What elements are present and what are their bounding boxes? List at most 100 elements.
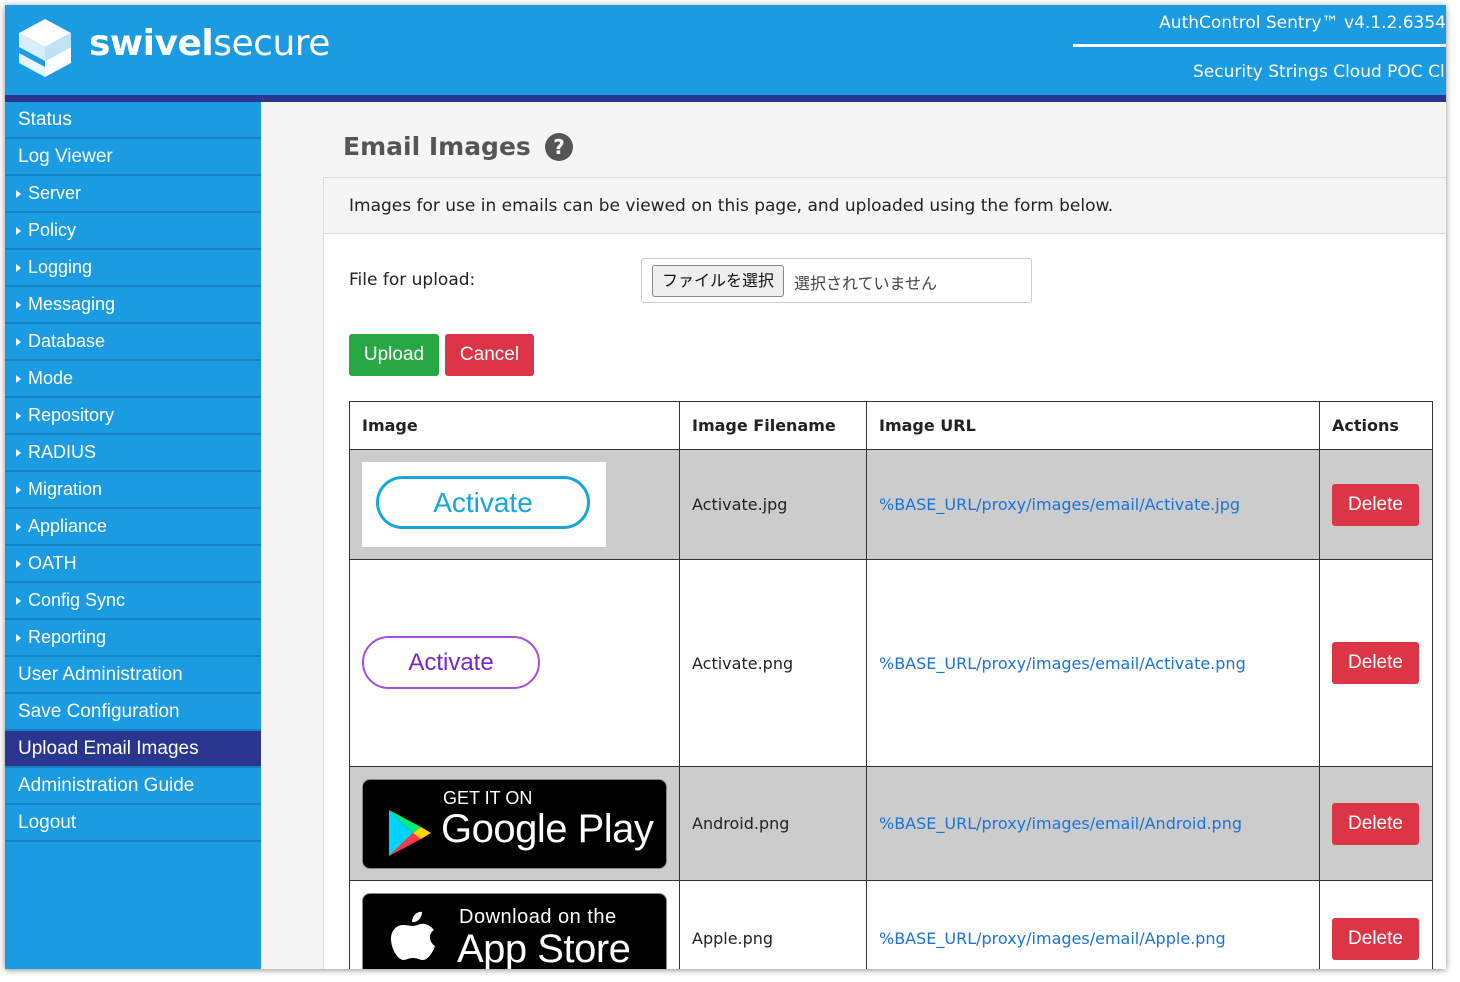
sidebar-item-label: Status bbox=[18, 108, 72, 130]
sidebar-item-label: OATH bbox=[28, 553, 77, 573]
caret-right-icon bbox=[16, 374, 21, 383]
delete-button[interactable]: Delete bbox=[1332, 642, 1419, 684]
table-row: Download on the App Store Apple.png %BAS… bbox=[349, 880, 1433, 969]
google-play-small-text: GET IT ON bbox=[443, 787, 533, 808]
sidebar-item-status[interactable]: Status bbox=[5, 102, 261, 139]
caret-right-icon bbox=[16, 226, 21, 235]
sidebar-item-label: RADIUS bbox=[28, 442, 97, 462]
swivel-logo-icon bbox=[19, 19, 71, 77]
sidebar-item-repository[interactable]: Repository bbox=[5, 398, 261, 435]
file-upload-label: File for upload: bbox=[349, 270, 476, 290]
table-row: Activate Activate.jpg %BASE_URL/proxy/im… bbox=[349, 449, 1433, 560]
image-url-link[interactable]: %BASE_URL/proxy/images/email/Android.png bbox=[879, 814, 1242, 833]
sidebar-item-label: Logout bbox=[18, 811, 77, 833]
sidebar-item-mode[interactable]: Mode bbox=[5, 361, 261, 398]
customer-name: Security Strings Cloud POC Cl bbox=[1193, 62, 1445, 82]
brand-logo-text: swivelsecure bbox=[89, 23, 330, 64]
column-header-actions: Actions bbox=[1319, 401, 1433, 450]
main-content: Email Images ? Images for use in emails … bbox=[261, 102, 1446, 969]
sidebar-item-label: Logging bbox=[28, 257, 93, 277]
image-cell: GET IT ON Google Play bbox=[349, 766, 680, 881]
upload-button[interactable]: Upload bbox=[349, 334, 439, 376]
sidebar-item-save-configuration[interactable]: Save Configuration bbox=[5, 694, 261, 731]
header-accent-bar bbox=[5, 95, 1446, 102]
caret-right-icon bbox=[16, 300, 21, 309]
delete-button[interactable]: Delete bbox=[1332, 917, 1419, 960]
filename-cell: Activate.jpg bbox=[679, 449, 867, 560]
sidebar-item-label: Migration bbox=[28, 479, 103, 499]
sidebar-item-administration-guide[interactable]: Administration Guide bbox=[5, 768, 261, 805]
sidebar-item-config-sync[interactable]: Config Sync bbox=[5, 583, 261, 620]
caret-right-icon bbox=[16, 189, 21, 198]
filename-cell: Android.png bbox=[679, 766, 867, 881]
sidebar-item-user-administration[interactable]: User Administration bbox=[5, 657, 261, 694]
sidebar-item-migration[interactable]: Migration bbox=[5, 472, 261, 509]
activate-button-image: Activate bbox=[376, 476, 590, 529]
sidebar-item-appliance[interactable]: Appliance bbox=[5, 509, 261, 546]
sidebar-item-oath[interactable]: OATH bbox=[5, 546, 261, 583]
filename-cell: Apple.png bbox=[679, 880, 867, 969]
question-circle-icon[interactable]: ? bbox=[545, 133, 573, 161]
sidebar-item-messaging[interactable]: Messaging bbox=[5, 287, 261, 324]
caret-right-icon bbox=[16, 448, 21, 457]
table-header-row: Image Image Filename Image URL Actions bbox=[349, 401, 1433, 450]
caret-right-icon bbox=[16, 596, 21, 605]
app-window: swivelsecure AuthControl Sentry™ v4.1.2.… bbox=[5, 5, 1446, 969]
activate-jpg-preview: Activate bbox=[362, 462, 606, 547]
sidebar-item-label: Log Viewer bbox=[18, 145, 113, 167]
sidebar-item-label: Repository bbox=[28, 405, 115, 425]
delete-button[interactable]: Delete bbox=[1332, 483, 1419, 526]
file-upload-input[interactable]: ファイルを選択 選択されていません bbox=[641, 258, 1032, 303]
actions-cell: Delete bbox=[1319, 766, 1433, 881]
sidebar-item-label: Upload Email Images bbox=[18, 737, 199, 759]
url-cell: %BASE_URL/proxy/images/email/Activate.jp… bbox=[866, 449, 1320, 560]
sidebar-item-label: Appliance bbox=[28, 516, 108, 536]
sidebar-item-label: Server bbox=[28, 183, 82, 203]
choose-file-button[interactable]: ファイルを選択 bbox=[652, 265, 785, 297]
column-header-filename: Image Filename bbox=[679, 401, 867, 450]
table-row: GET IT ON Google Play Android.png %BASE_… bbox=[349, 766, 1433, 881]
google-play-big-text: Google Play bbox=[441, 806, 654, 851]
sidebar-item-log-viewer[interactable]: Log Viewer bbox=[5, 139, 261, 176]
email-images-table: Image Image Filename Image URL Actions A… bbox=[349, 401, 1433, 969]
sidebar-item-label: Administration Guide bbox=[18, 774, 195, 796]
delete-button[interactable]: Delete bbox=[1332, 802, 1419, 845]
caret-right-icon bbox=[16, 263, 21, 272]
sidebar-item-reporting[interactable]: Reporting bbox=[5, 620, 261, 657]
actions-cell: Delete bbox=[1319, 880, 1433, 969]
image-url-link[interactable]: %BASE_URL/proxy/images/email/Apple.png bbox=[879, 929, 1226, 948]
email-images-panel: Images for use in emails can be viewed o… bbox=[323, 177, 1446, 969]
sidebar-nav: Status Log Viewer Server Policy Logging Messa… bbox=[5, 102, 261, 969]
image-cell: Download on the App Store bbox=[349, 880, 680, 969]
apple-icon bbox=[391, 911, 435, 960]
caret-right-icon bbox=[16, 559, 21, 568]
sidebar-item-server[interactable]: Server bbox=[5, 176, 261, 213]
sidebar-item-label: Reporting bbox=[28, 627, 107, 647]
sidebar-item-label: Database bbox=[28, 331, 106, 351]
activate-button-image: Activate bbox=[362, 635, 540, 689]
url-cell: %BASE_URL/proxy/images/email/Activate.pn… bbox=[866, 559, 1320, 767]
sidebar-item-logout[interactable]: Logout bbox=[5, 805, 261, 842]
intro-text: Images for use in emails can be viewed o… bbox=[349, 196, 1114, 216]
sidebar-item-upload-email-images[interactable]: Upload Email Images bbox=[5, 731, 261, 768]
sidebar-item-policy[interactable]: Policy bbox=[5, 213, 261, 250]
caret-right-icon bbox=[16, 411, 21, 420]
image-url-link[interactable]: %BASE_URL/proxy/images/email/Activate.pn… bbox=[879, 654, 1246, 673]
cancel-button[interactable]: Cancel bbox=[445, 334, 534, 376]
caret-right-icon bbox=[16, 633, 21, 642]
url-cell: %BASE_URL/proxy/images/email/Apple.png bbox=[866, 880, 1320, 969]
sidebar-item-radius[interactable]: RADIUS bbox=[5, 435, 261, 472]
app-store-badge: Download on the App Store bbox=[362, 893, 667, 969]
page-title: Email Images bbox=[343, 132, 531, 161]
actions-cell: Delete bbox=[1319, 559, 1433, 767]
sidebar-item-database[interactable]: Database bbox=[5, 324, 261, 361]
sidebar-item-label: User Administration bbox=[18, 663, 183, 685]
sidebar-item-logging[interactable]: Logging bbox=[5, 250, 261, 287]
image-cell: Activate bbox=[349, 559, 680, 767]
column-header-url: Image URL bbox=[866, 401, 1320, 450]
sidebar-item-label: Policy bbox=[28, 220, 77, 240]
google-play-icon bbox=[389, 809, 431, 856]
image-cell: Activate bbox=[349, 449, 680, 560]
no-file-selected-text: 選択されていません bbox=[794, 274, 938, 293]
image-url-link[interactable]: %BASE_URL/proxy/images/email/Activate.jp… bbox=[879, 495, 1240, 514]
